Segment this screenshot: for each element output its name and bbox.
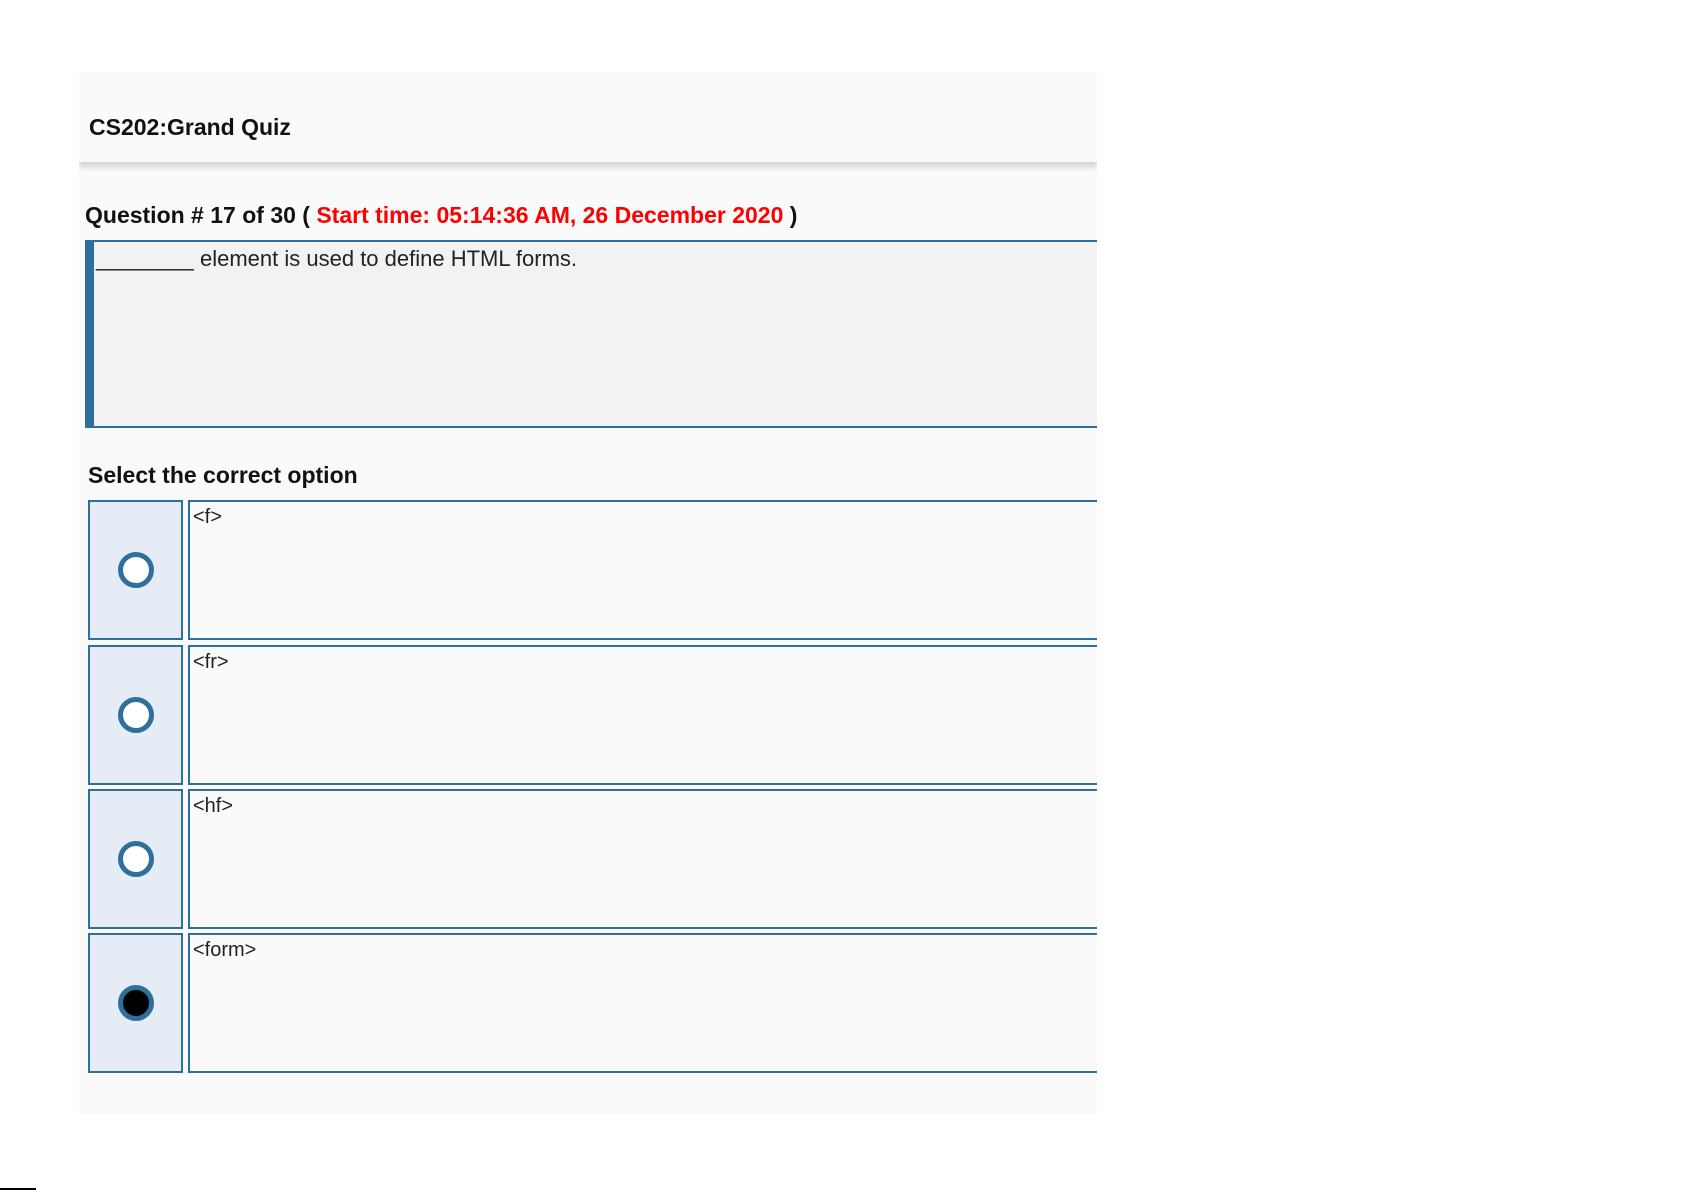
quiz-header: CS202:Grand Quiz: [79, 72, 1097, 163]
option-label: <form>: [193, 939, 257, 961]
option-text-cell[interactable]: <form>: [188, 933, 1097, 1073]
radio-button[interactable]: [118, 985, 154, 1021]
radio-button[interactable]: [118, 697, 154, 733]
option-radio-cell[interactable]: [88, 645, 183, 785]
option-row[interactable]: <form>: [88, 933, 1097, 1073]
corner-mark: [0, 1188, 36, 1190]
option-label: <f>: [193, 506, 222, 528]
option-radio-cell[interactable]: [88, 500, 183, 640]
start-time: Start time: 05:14:36 AM, 26 December 202…: [316, 202, 784, 228]
quiz-title: CS202:Grand Quiz: [89, 114, 291, 140]
question-box: ________ element is used to define HTML …: [85, 240, 1097, 428]
option-label: <fr>: [193, 651, 229, 673]
option-text-cell[interactable]: <fr>: [188, 645, 1097, 785]
option-radio-cell[interactable]: [88, 789, 183, 929]
quiz-panel: CS202:Grand Quiz Question # 17 of 30 ( S…: [79, 72, 1097, 1114]
option-row[interactable]: <f>: [88, 500, 1097, 640]
option-label: <hf>: [193, 795, 234, 817]
option-text-cell[interactable]: <hf>: [188, 789, 1097, 929]
question-header: Question # 17 of 30 ( Start time: 05:14:…: [85, 202, 797, 229]
question-text: ________ element is used to define HTML …: [96, 246, 578, 271]
question-header-suffix: ): [783, 202, 798, 228]
option-text-cell[interactable]: <f>: [188, 500, 1097, 640]
select-option-label: Select the correct option: [88, 462, 358, 488]
radio-button[interactable]: [118, 552, 154, 588]
question-number: Question # 17 of 30 (: [85, 202, 317, 228]
radio-button[interactable]: [118, 841, 154, 877]
option-radio-cell[interactable]: [88, 933, 183, 1073]
option-row[interactable]: <fr>: [88, 645, 1097, 785]
option-row[interactable]: <hf>: [88, 789, 1097, 929]
